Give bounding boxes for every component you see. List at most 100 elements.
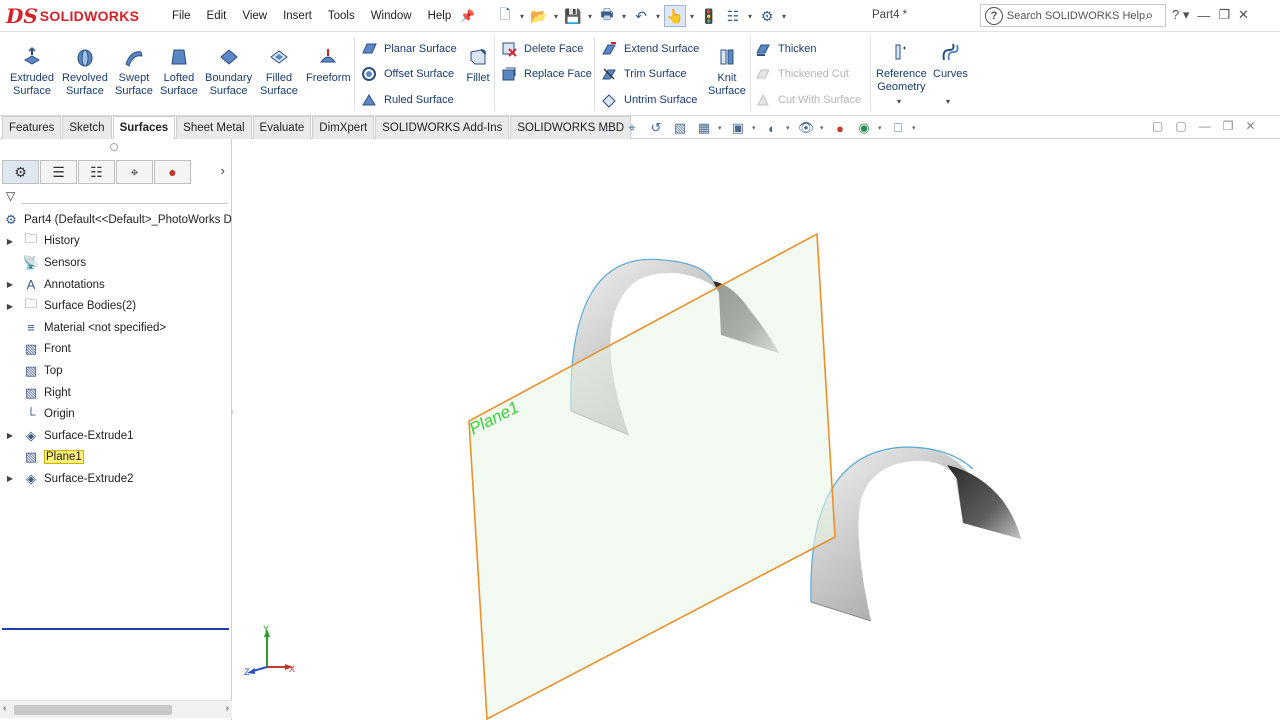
filled-surface-button[interactable]: Filled Surface <box>260 45 298 98</box>
knit-surface-button[interactable]: Knit Surface <box>708 45 746 98</box>
reference-geometry-button[interactable]: Reference Geometry <box>876 41 927 94</box>
view-orientation-icon[interactable]: ▣ <box>728 118 748 138</box>
ruled-surface-button[interactable]: Ruled Surface <box>360 91 454 109</box>
expand-arrow-icon[interactable]: ▶ <box>4 237 16 246</box>
scene-dropdown-icon[interactable]: ▾ <box>878 124 884 132</box>
menu-insert[interactable]: Insert <box>275 10 320 22</box>
curves-button[interactable]: Curves <box>933 41 968 81</box>
scrollbar-thumb[interactable] <box>14 705 172 715</box>
edit-appearance-icon[interactable]: ● <box>830 118 850 138</box>
print-icon[interactable]: 🖶 <box>596 5 618 27</box>
file-properties-icon[interactable]: ☷ <box>722 5 744 27</box>
tree-item-surface-extrude1[interactable]: ▶ ◈ Surface-Extrude1 <box>0 425 232 447</box>
tree-item-material-not-specified[interactable]: ≡ Material <not specified> <box>0 317 232 339</box>
tree-item-surface-bodies-2[interactable]: ▶ 🗀 Surface Bodies(2) <box>0 295 232 317</box>
undo-dropdown-icon[interactable]: ▾ <box>654 12 662 21</box>
feature-manager-tab-icon[interactable]: ⚙ <box>2 160 39 184</box>
replace-face-button[interactable]: Replace Face <box>500 65 592 83</box>
select-dropdown-icon[interactable]: ▾ <box>688 12 696 21</box>
surface-extrude2-body[interactable] <box>810 446 1021 622</box>
doc-restore-icon[interactable]: ❐ <box>1223 119 1234 133</box>
open-folder-icon[interactable]: 📂 <box>528 5 550 27</box>
curves-dropdown-icon[interactable]: ▾ <box>946 97 950 106</box>
zoom-to-fit-icon[interactable]: ⌕ <box>598 118 618 138</box>
panel-grip-icon[interactable] <box>110 143 118 151</box>
extend-surface-button[interactable]: Extend Surface <box>600 40 699 58</box>
swept-surface-button[interactable]: Swept Surface <box>115 45 153 98</box>
graphics-area[interactable]: Plane1 Y X Z <box>233 139 1280 720</box>
plane1-reference-plane[interactable]: Plane1 <box>466 232 836 720</box>
expand-arrow-icon[interactable]: ▶ <box>4 302 16 311</box>
minimize-icon[interactable]: — <box>1197 8 1210 23</box>
tile-right-icon[interactable]: ▢ <box>1175 119 1186 133</box>
section-view-icon[interactable]: ▧ <box>670 118 690 138</box>
boundary-surface-button[interactable]: Boundary Surface <box>205 45 252 98</box>
expand-arrow-icon[interactable]: ▶ <box>4 431 16 440</box>
doc-close-icon[interactable]: ✕ <box>1245 119 1255 133</box>
configuration-manager-tab-icon[interactable]: ☷ <box>78 160 115 184</box>
new-dropdown-icon[interactable]: ▾ <box>518 12 526 21</box>
tree-root-part[interactable]: ⚙ Part4 (Default<<Default>_PhotoWorks D <box>0 209 232 231</box>
menu-window[interactable]: Window <box>363 10 420 22</box>
hide-show-dropdown-icon[interactable]: ▾ <box>820 124 826 132</box>
new-document-icon[interactable]: 🗋 <box>494 5 516 27</box>
options-dropdown-icon[interactable]: ▾ <box>780 12 788 21</box>
view-settings-icon[interactable]: ⎕ <box>888 118 908 138</box>
trim-surface-button[interactable]: Trim Surface <box>600 65 687 83</box>
pin-menu-icon[interactable]: 📌 <box>460 9 475 23</box>
expand-arrow-icon[interactable]: ▶ <box>4 474 16 483</box>
more-tabs-chevron-icon[interactable]: › <box>221 163 225 178</box>
dimxpert-manager-tab-icon[interactable]: ⌖ <box>116 160 153 184</box>
search-icon[interactable]: ⌕ <box>1145 7 1161 24</box>
view-orientation-dropdown-icon[interactable]: ▾ <box>752 124 758 132</box>
horizontal-scrollbar[interactable]: ‹ › <box>0 700 232 718</box>
help-menu-icon[interactable]: ? ▾ <box>1172 7 1189 23</box>
thicken-button[interactable]: Thicken <box>754 40 817 58</box>
fillet-button[interactable]: Fillet <box>466 45 490 85</box>
tab-dimxpert[interactable]: DimXpert <box>312 116 375 139</box>
restore-icon[interactable]: ❐ <box>1218 7 1230 23</box>
filter-field[interactable] <box>22 203 228 204</box>
display-style-dropdown-icon[interactable]: ▾ <box>786 124 792 132</box>
scroll-left-icon[interactable]: ‹ <box>3 703 6 714</box>
tree-item-plane1[interactable]: ▧ Plane1 <box>0 447 232 469</box>
file-properties-dropdown-icon[interactable]: ▾ <box>746 12 754 21</box>
tree-item-history[interactable]: ▶ 🗀 History <box>0 231 232 253</box>
extruded-surface-button[interactable]: Extruded Surface <box>10 45 54 98</box>
expand-arrow-icon[interactable]: ▶ <box>4 280 16 289</box>
annotation-dropdown-icon[interactable]: ▾ <box>718 124 724 132</box>
delete-face-button[interactable]: Delete Face <box>500 40 583 58</box>
previous-view-icon[interactable]: ↺ <box>646 118 666 138</box>
display-style-icon[interactable]: ◐ <box>762 118 782 138</box>
tree-item-top[interactable]: ▧ Top <box>0 360 232 382</box>
tree-item-sensors[interactable]: 📡 Sensors <box>0 252 232 274</box>
hide-show-items-icon[interactable]: 👁 <box>796 118 816 138</box>
rebuild-traffic-light-icon[interactable]: 🚦 <box>698 5 720 27</box>
zoom-to-area-icon[interactable]: ⌖ <box>622 118 642 138</box>
menu-file[interactable]: File <box>164 10 199 22</box>
tab-sketch[interactable]: Sketch <box>62 116 112 139</box>
offset-surface-button[interactable]: Offset Surface <box>360 65 454 83</box>
display-manager-tab-icon[interactable]: ● <box>154 160 191 184</box>
options-gear-icon[interactable]: ⚙ <box>756 5 778 27</box>
solidworks-logo[interactable]: DS SOLIDWORKS <box>6 2 146 30</box>
planar-surface-button[interactable]: Planar Surface <box>360 40 457 58</box>
reference-geometry-dropdown-icon[interactable]: ▾ <box>897 97 901 106</box>
revolved-surface-button[interactable]: Revolved Surface <box>62 45 108 98</box>
view-settings-dropdown-icon[interactable]: ▾ <box>912 124 918 132</box>
tile-left-icon[interactable]: ▢ <box>1152 119 1163 133</box>
open-dropdown-icon[interactable]: ▾ <box>552 12 560 21</box>
tab-evaluate[interactable]: Evaluate <box>252 116 312 139</box>
tree-item-origin[interactable]: └ Origin <box>0 403 232 425</box>
apply-scene-icon[interactable]: ◉ <box>854 118 874 138</box>
print-dropdown-icon[interactable]: ▾ <box>620 12 628 21</box>
undo-icon[interactable]: ↶ <box>630 5 652 27</box>
dynamic-annotation-icon[interactable]: ▦ <box>694 118 714 138</box>
scroll-right-icon[interactable]: › <box>226 703 229 714</box>
tree-item-right[interactable]: ▧ Right <box>0 382 232 404</box>
tree-item-annotations[interactable]: ▶ A Annotations <box>0 274 232 296</box>
select-cursor-icon[interactable]: 👆 <box>664 5 686 27</box>
tree-item-front[interactable]: ▧ Front <box>0 339 232 361</box>
close-icon[interactable]: ✕ <box>1238 7 1249 23</box>
help-search-box[interactable]: ? Search SOLIDWORKS Help ⌕ <box>980 4 1166 27</box>
